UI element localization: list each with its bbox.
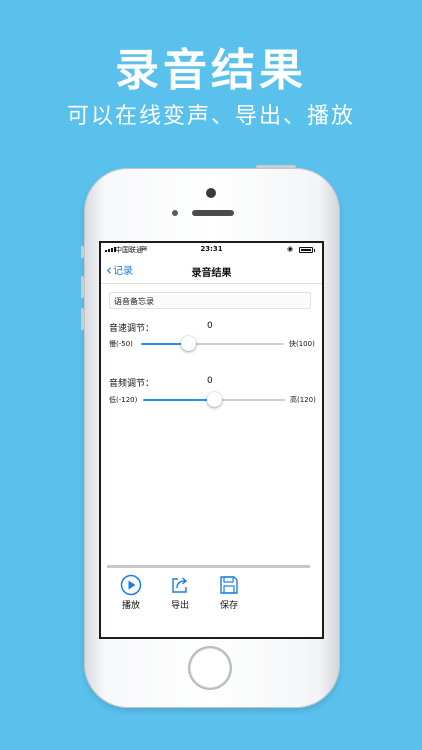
status-bar: 中国联通 ≋ 23:31 ◉ [101,243,322,257]
speed-max-label: 快(100) [289,340,315,348]
recording-name-input[interactable] [109,292,311,309]
proximity-sensor [172,210,178,216]
mute-switch [81,246,84,258]
volume-up-button [81,276,84,298]
page-title: 录音结果 [191,268,232,279]
battery-tip [314,249,315,252]
promo-title: 录音结果 [115,45,307,96]
speed-slider-thumb[interactable] [181,336,197,351]
pitch-min-label: 低(-120) [109,396,138,404]
share-export-icon [172,577,188,593]
pitch-max-label: 高(120) [290,396,316,404]
promo-subtitle: 可以在线变声、导出、播放 [66,104,355,129]
power-button [256,165,296,168]
pitch-label: 音频调节： [109,379,155,389]
rotation-lock-icon: ◉ [287,245,294,253]
pitch-value: 0 [207,376,213,386]
play-circle-icon [120,574,142,596]
save-label: 保存 [219,601,238,611]
speed-min-label: 慢(-50) [109,340,133,348]
save-button[interactable]: 保存 [212,574,246,611]
toolbar-divider [107,565,310,568]
app-screen: 中国联通 ≋ 23:31 ◉ ‹ 记录 录音结果 音速调节： 0 慢(-50) … [99,241,324,639]
navigation-bar: ‹ 记录 录音结果 [101,257,322,284]
earpiece-speaker [192,210,234,216]
floppy-disk-icon [220,576,238,594]
speed-slider-track[interactable] [141,343,284,345]
export-button[interactable]: 导出 [163,574,197,611]
play-button[interactable]: 播放 [114,574,148,611]
speed-value: 0 [207,321,213,331]
front-camera-icon [206,188,216,198]
home-button[interactable] [188,646,232,690]
phone-mockup: 中国联通 ≋ 23:31 ◉ ‹ 记录 录音结果 音速调节： 0 慢(-50) … [81,165,340,708]
play-label: 播放 [121,601,140,611]
battery-icon [299,247,313,253]
export-label: 导出 [170,601,189,611]
pitch-slider-thumb[interactable] [206,392,222,407]
volume-down-button [81,308,84,330]
speed-label: 音速调节： [109,324,155,334]
pitch-slider-fill [143,399,214,401]
